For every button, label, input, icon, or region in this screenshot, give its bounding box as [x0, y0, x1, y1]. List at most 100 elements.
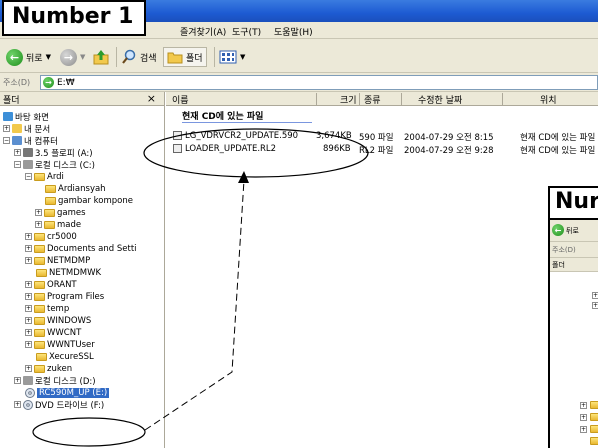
column-size[interactable]: 크기 — [340, 93, 357, 106]
inset-toolbar: ← 뒤로 — [550, 220, 598, 242]
file-location: 현재 CD에 있는 파일 — [520, 146, 596, 156]
tree-item-dvd-drive-f[interactable]: + DVD 드라이브 (F:) — [14, 399, 104, 411]
file-icon — [173, 144, 182, 153]
column-modified[interactable]: 수정한 날짜 — [418, 93, 462, 106]
tree-item-folder[interactable]: + cr5000 — [25, 231, 77, 242]
search-label: 검색 — [140, 53, 157, 64]
go-icon: → — [43, 77, 54, 88]
search-button[interactable]: 검색 — [121, 47, 157, 67]
file-row[interactable]: LG_VDRVCR2_UPDATE.590 3,674KB 590 파일 200… — [171, 131, 598, 143]
view-grid-icon — [219, 50, 237, 64]
folder-icon — [36, 268, 47, 277]
tree-item-folder[interactable]: NETMDMWK — [36, 267, 101, 278]
folder-icon — [34, 364, 45, 373]
tree-item-my-computer[interactable]: − 내 컴퓨터 — [3, 135, 58, 147]
column-name[interactable]: 이름 — [172, 93, 189, 106]
forward-button[interactable]: → ▼ — [60, 47, 85, 67]
chevron-down-icon: ▼ — [80, 53, 86, 61]
expand-icon[interactable]: + — [25, 245, 32, 252]
tree-item-my-documents[interactable]: + 내 문서 — [3, 123, 50, 135]
folder-pane-header: 폴더 × — [0, 92, 164, 106]
menu-help[interactable]: 도움말(H) — [274, 25, 313, 38]
expand-icon[interactable]: + — [25, 233, 32, 240]
folders-button[interactable]: 폴더 — [163, 47, 207, 67]
tree-item-folder[interactable]: + made — [35, 219, 81, 230]
floppy-icon — [23, 148, 33, 157]
expand-icon[interactable]: + — [25, 365, 32, 372]
back-button[interactable]: ← 뒤로 ▼ — [6, 47, 51, 67]
chevron-down-icon: ▼ — [240, 53, 246, 61]
step-label-2: Nur — [548, 186, 598, 220]
tree-item-folder[interactable]: + temp — [25, 303, 69, 314]
tree-item-cd-drive-e[interactable]: RC590M_UP (E:) — [25, 387, 110, 398]
expand-icon[interactable]: + — [25, 341, 32, 348]
inset-folder-header: 폴더 — [550, 258, 598, 272]
tree-item-folder[interactable]: + Program Files — [25, 291, 104, 302]
folder-up-icon — [93, 50, 109, 65]
expand-icon[interactable]: + — [3, 125, 10, 132]
file-name: LOADER_UPDATE.RL2 — [185, 144, 277, 154]
expand-icon[interactable]: + — [25, 257, 32, 264]
file-modified: 2004-07-29 오전 9:28 — [404, 146, 494, 156]
collapse-icon[interactable]: − — [14, 161, 21, 168]
tree-item-desktop[interactable]: 바탕 화면 — [3, 111, 49, 123]
tree-item-folder[interactable]: gambar kompone — [45, 195, 133, 206]
expand-icon[interactable]: + — [25, 281, 32, 288]
close-icon[interactable]: × — [147, 92, 156, 105]
folder-icon — [34, 292, 45, 301]
tree-item-local-disk-c[interactable]: − 로컬 디스크 (C:) — [14, 159, 95, 171]
folder-icon — [34, 316, 45, 325]
tree-item-folder[interactable]: XecureSSL — [36, 351, 94, 362]
folder-icon — [34, 172, 45, 181]
tree-item-local-disk-d[interactable]: + 로컬 디스크 (D:) — [14, 375, 96, 387]
expand-icon[interactable]: + — [25, 305, 32, 312]
address-label: 주소(D) — [3, 78, 31, 87]
file-size: 896KB — [323, 144, 351, 154]
expand-icon[interactable]: + — [14, 377, 21, 384]
expand-icon[interactable]: + — [25, 329, 32, 336]
tree-item-folder[interactable]: + games — [35, 207, 86, 218]
file-modified: 2004-07-29 오전 8:15 — [404, 133, 494, 143]
address-bar: 주소(D) → E:₩ — [0, 73, 598, 92]
menu-favorites[interactable]: 즐겨찾기(A) — [180, 25, 226, 38]
folders-label: 폴더 — [186, 53, 203, 64]
tree-item-folder[interactable]: + zuken — [25, 363, 72, 374]
expand-icon[interactable]: + — [14, 149, 21, 156]
up-button[interactable] — [92, 47, 110, 67]
forward-arrow-icon: → — [60, 48, 77, 66]
column-location[interactable]: 위치 — [540, 93, 557, 106]
tree-item-folder[interactable]: + WWCNT — [25, 327, 81, 338]
file-row[interactable]: LOADER_UPDATE.RL2 896KB RL2 파일 2004-07-2… — [171, 144, 598, 156]
folder-icon — [34, 244, 45, 253]
inset-back-label: 뒤로 — [566, 227, 579, 235]
tree-item-floppy[interactable]: + 3.5 플로피 (A:) — [14, 147, 93, 159]
expand-icon[interactable]: + — [35, 221, 42, 228]
expand-icon[interactable]: + — [35, 209, 42, 216]
folder-icon — [34, 232, 45, 241]
file-list-pane: 이름 크기 종류 수정한 날짜 위치 현재 CD에 있는 파일 LG_VDRVC… — [166, 92, 598, 448]
expand-icon[interactable]: + — [25, 317, 32, 324]
menu-tools[interactable]: 도구(T) — [232, 25, 261, 38]
back-arrow-icon: ← — [6, 48, 23, 66]
tree-item-folder[interactable]: + WINDOWS — [25, 315, 91, 326]
folder-icon — [45, 196, 56, 205]
column-type[interactable]: 종류 — [364, 93, 381, 106]
file-type: RL2 파일 — [359, 146, 394, 156]
address-input[interactable]: → E:₩ — [40, 75, 598, 90]
inset-tree: + + + + + — [550, 272, 598, 448]
tree-item-folder[interactable]: − Ardi — [25, 171, 64, 182]
desktop-icon — [3, 112, 13, 121]
tree-item-folder[interactable]: + Documents and Setti — [25, 243, 137, 254]
folder-tree-pane: 폴더 × 바탕 화면 + 내 문서 − 내 컴퓨터 + 3.5 플로피 (A:)… — [0, 92, 165, 448]
collapse-icon[interactable]: − — [3, 137, 10, 144]
tree-item-folder[interactable]: + WWNTUser — [25, 339, 95, 350]
expand-icon[interactable]: + — [14, 401, 21, 408]
views-button[interactable]: ▼ — [219, 47, 245, 67]
tree-item-folder[interactable]: + NETMDMP — [25, 255, 90, 266]
expand-icon[interactable]: + — [25, 293, 32, 300]
tree-item-folder[interactable]: + ORANT — [25, 279, 77, 290]
cd-icon — [25, 387, 35, 398]
toolbar: ← 뒤로 ▼ → ▼ 검색 폴더 ▼ — [0, 39, 598, 73]
collapse-icon[interactable]: − — [25, 173, 32, 180]
tree-item-folder[interactable]: Ardiansyah — [45, 183, 106, 194]
